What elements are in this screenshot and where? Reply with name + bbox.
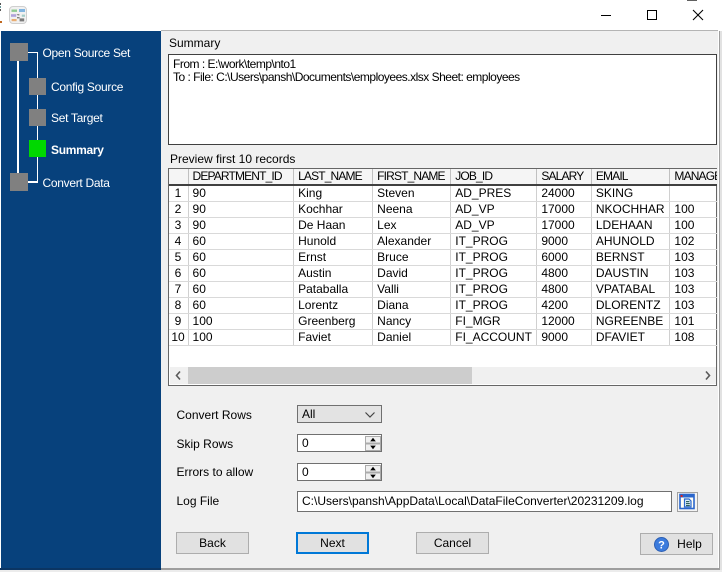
svg-text:?: ? — [658, 539, 665, 551]
